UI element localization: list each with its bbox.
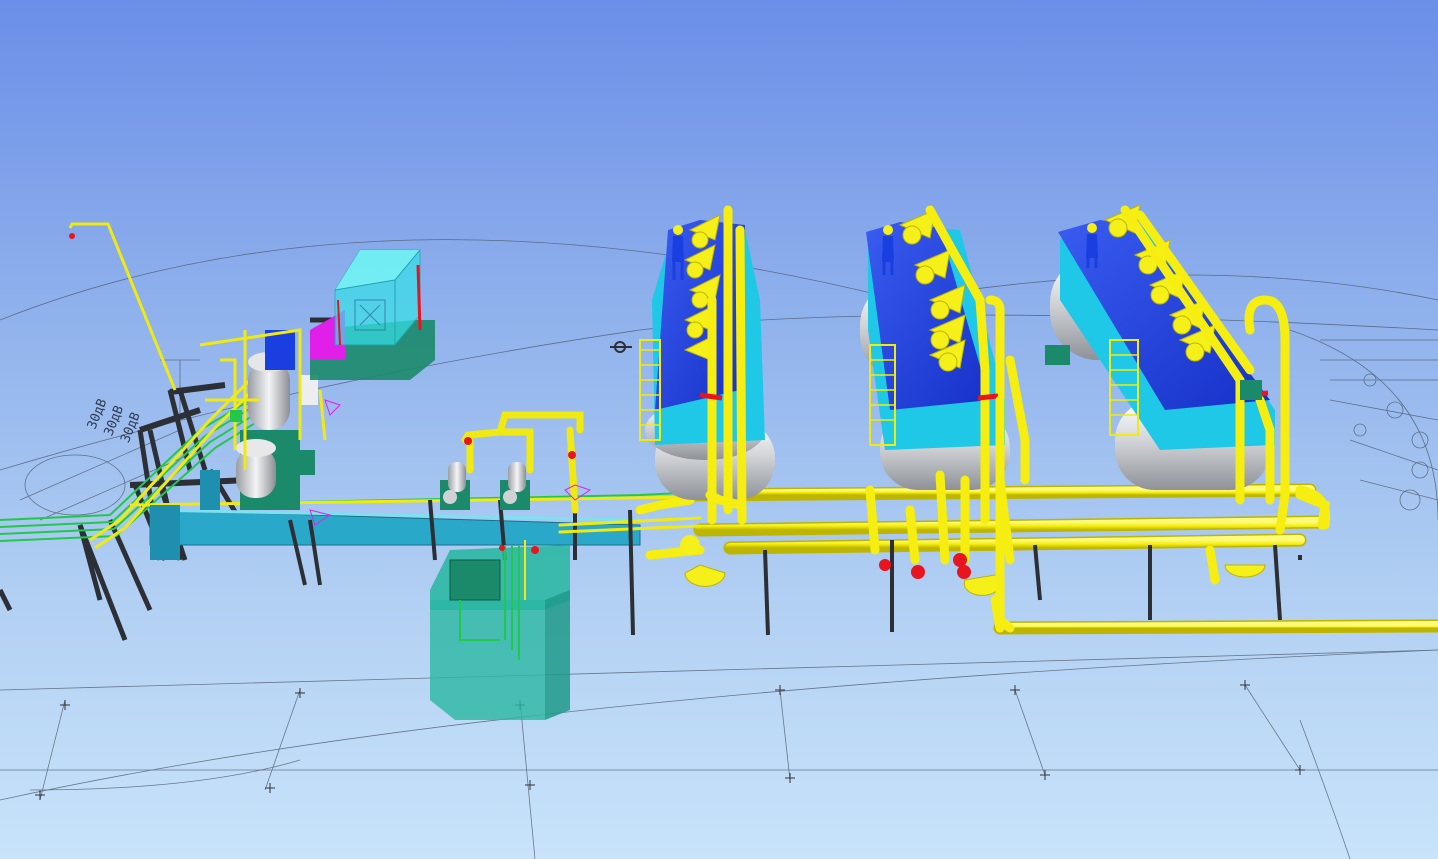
3d-model-viewport[interactable]: 30дВ 30дВ 30дВ	[0, 0, 1438, 859]
plant-3d-scene[interactable]: 30дВ 30дВ 30дВ	[0, 0, 1438, 859]
drawing-labels: 30дВ 30дВ 30дВ	[85, 397, 144, 445]
pump-module[interactable]	[309, 399, 592, 526]
drain-enclosure[interactable]	[430, 540, 570, 720]
control-cabinet[interactable]	[310, 249, 435, 380]
grid-ticks	[35, 680, 1305, 800]
